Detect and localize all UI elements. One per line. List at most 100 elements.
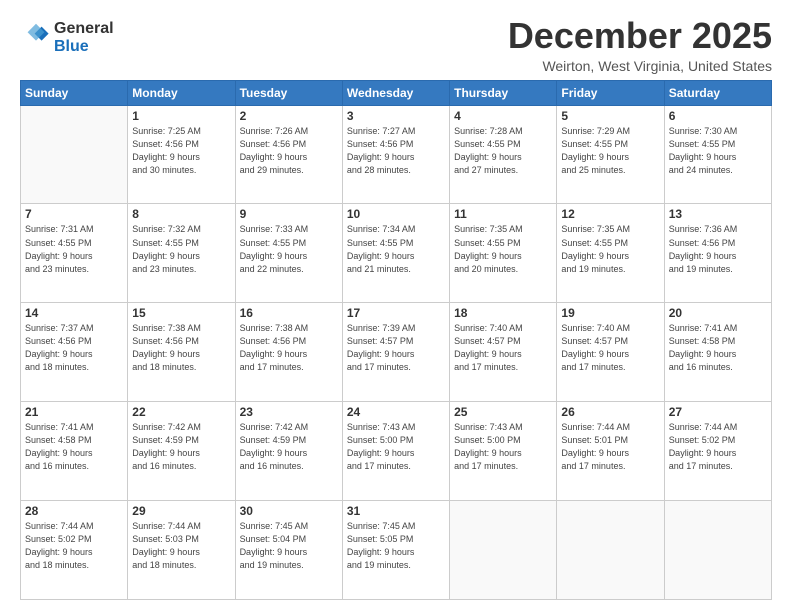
- week-row-4: 21Sunrise: 7:41 AMSunset: 4:58 PMDayligh…: [21, 402, 772, 501]
- day-number: 19: [561, 306, 659, 320]
- calendar-cell: 27 Sunrise: 7:44 AMSunset: 5:02 PMDayligh…: [664, 402, 771, 501]
- month-title: December 2025: [508, 16, 772, 56]
- calendar-cell: 29 Sunrise: 7:44 AMSunset: 5:03 PMDayligh…: [128, 501, 235, 600]
- calendar-cell: 2Sunrise: 7:26 AMSunset: 4:56 PMDaylight…: [235, 105, 342, 204]
- day-number: 23: [240, 405, 338, 419]
- calendar-cell: 22Sunrise: 7:42 AMSunset: 4:59 PMDayligh…: [128, 402, 235, 501]
- calendar-cell: [450, 501, 557, 600]
- day-info: Sunrise: 7:45 AMSunset: 5:05 PMDaylight:…: [347, 520, 445, 572]
- header-wednesday: Wednesday: [342, 80, 449, 105]
- day-info: Sunrise: 7:32 AMSunset: 4:55 PMDaylight:…: [132, 223, 230, 275]
- day-info: Sunrise: 7:40 AMSunset: 4:57 PMDaylight:…: [454, 322, 552, 374]
- day-number: 10: [347, 207, 445, 221]
- day-number: 12: [561, 207, 659, 221]
- day-number: 7: [25, 207, 123, 221]
- calendar-cell: 7 Sunrise: 7:31 AMSunset: 4:55 PMDaylight…: [21, 204, 128, 303]
- weekday-header-row: Sunday Monday Tuesday Wednesday Thursday…: [21, 80, 772, 105]
- calendar-cell: 13Sunrise: 7:36 AMSunset: 4:56 PMDayligh…: [664, 204, 771, 303]
- week-row-2: 7 Sunrise: 7:31 AMSunset: 4:55 PMDaylight…: [21, 204, 772, 303]
- day-info: Sunrise: 7:37 AMSunset: 4:56 PMDaylight:…: [25, 322, 123, 374]
- calendar-cell: 9 Sunrise: 7:33 AMSunset: 4:55 PMDaylight…: [235, 204, 342, 303]
- calendar-cell: 17Sunrise: 7:39 AMSunset: 4:57 PMDayligh…: [342, 303, 449, 402]
- calendar-cell: 24Sunrise: 7:43 AMSunset: 5:00 PMDayligh…: [342, 402, 449, 501]
- day-info: Sunrise: 7:31 AMSunset: 4:55 PMDaylight:…: [25, 223, 123, 275]
- day-number: 29: [132, 504, 230, 518]
- day-info: Sunrise: 7:33 AMSunset: 4:55 PMDaylight:…: [240, 223, 338, 275]
- week-row-3: 14 Sunrise: 7:37 AMSunset: 4:56 PMDayligh…: [21, 303, 772, 402]
- calendar-cell: 3 Sunrise: 7:27 AMSunset: 4:56 PMDaylight…: [342, 105, 449, 204]
- page: General Blue December 2025 Weirton, West…: [0, 0, 792, 612]
- day-number: 25: [454, 405, 552, 419]
- calendar-cell: 10Sunrise: 7:34 AMSunset: 4:55 PMDayligh…: [342, 204, 449, 303]
- calendar-cell: 23 Sunrise: 7:42 AMSunset: 4:59 PMDayligh…: [235, 402, 342, 501]
- day-number: 2: [240, 109, 338, 123]
- day-info: Sunrise: 7:44 AMSunset: 5:02 PMDaylight:…: [669, 421, 767, 473]
- calendar-cell: 14 Sunrise: 7:37 AMSunset: 4:56 PMDayligh…: [21, 303, 128, 402]
- location: Weirton, West Virginia, United States: [508, 58, 772, 74]
- calendar-cell: 21Sunrise: 7:41 AMSunset: 4:58 PMDayligh…: [21, 402, 128, 501]
- calendar-cell: 15 Sunrise: 7:38 AMSunset: 4:56 PMDayligh…: [128, 303, 235, 402]
- header-monday: Monday: [128, 80, 235, 105]
- day-number: 9: [240, 207, 338, 221]
- day-number: 27: [669, 405, 767, 419]
- day-info: Sunrise: 7:43 AMSunset: 5:00 PMDaylight:…: [454, 421, 552, 473]
- logo: General Blue: [20, 20, 114, 55]
- calendar-cell: 11 Sunrise: 7:35 AMSunset: 4:55 PMDayligh…: [450, 204, 557, 303]
- day-info: Sunrise: 7:29 AMSunset: 4:55 PMDaylight:…: [561, 125, 659, 177]
- calendar-cell: [664, 501, 771, 600]
- header-tuesday: Tuesday: [235, 80, 342, 105]
- day-number: 11: [454, 207, 552, 221]
- day-info: Sunrise: 7:28 AMSunset: 4:55 PMDaylight:…: [454, 125, 552, 177]
- calendar-cell: 1 Sunrise: 7:25 AMSunset: 4:56 PMDaylight…: [128, 105, 235, 204]
- day-number: 28: [25, 504, 123, 518]
- day-info: Sunrise: 7:44 AMSunset: 5:01 PMDaylight:…: [561, 421, 659, 473]
- logo-line2: Blue: [54, 38, 114, 56]
- day-info: Sunrise: 7:44 AMSunset: 5:03 PMDaylight:…: [132, 520, 230, 572]
- calendar-cell: 31 Sunrise: 7:45 AMSunset: 5:05 PMDayligh…: [342, 501, 449, 600]
- day-info: Sunrise: 7:45 AMSunset: 5:04 PMDaylight:…: [240, 520, 338, 572]
- day-number: 31: [347, 504, 445, 518]
- header-saturday: Saturday: [664, 80, 771, 105]
- calendar-cell: 18 Sunrise: 7:40 AMSunset: 4:57 PMDayligh…: [450, 303, 557, 402]
- day-number: 22: [132, 405, 230, 419]
- day-number: 17: [347, 306, 445, 320]
- calendar-cell: 25 Sunrise: 7:43 AMSunset: 5:00 PMDayligh…: [450, 402, 557, 501]
- calendar-cell: 30 Sunrise: 7:45 AMSunset: 5:04 PMDayligh…: [235, 501, 342, 600]
- calendar-cell: 19Sunrise: 7:40 AMSunset: 4:57 PMDayligh…: [557, 303, 664, 402]
- day-number: 4: [454, 109, 552, 123]
- header-sunday: Sunday: [21, 80, 128, 105]
- calendar-cell: [557, 501, 664, 600]
- calendar-cell: 28Sunrise: 7:44 AMSunset: 5:02 PMDayligh…: [21, 501, 128, 600]
- header: General Blue December 2025 Weirton, West…: [20, 16, 772, 74]
- header-friday: Friday: [557, 80, 664, 105]
- day-info: Sunrise: 7:38 AMSunset: 4:56 PMDaylight:…: [132, 322, 230, 374]
- day-number: 14: [25, 306, 123, 320]
- day-number: 1: [132, 109, 230, 123]
- day-info: Sunrise: 7:42 AMSunset: 4:59 PMDaylight:…: [240, 421, 338, 473]
- day-number: 20: [669, 306, 767, 320]
- day-info: Sunrise: 7:43 AMSunset: 5:00 PMDaylight:…: [347, 421, 445, 473]
- day-number: 5: [561, 109, 659, 123]
- calendar-cell: 16Sunrise: 7:38 AMSunset: 4:56 PMDayligh…: [235, 303, 342, 402]
- day-number: 21: [25, 405, 123, 419]
- day-info: Sunrise: 7:27 AMSunset: 4:56 PMDaylight:…: [347, 125, 445, 177]
- calendar-cell: 5 Sunrise: 7:29 AMSunset: 4:55 PMDaylight…: [557, 105, 664, 204]
- calendar-cell: [21, 105, 128, 204]
- calendar-cell: 6Sunrise: 7:30 AMSunset: 4:55 PMDaylight…: [664, 105, 771, 204]
- day-number: 30: [240, 504, 338, 518]
- day-number: 15: [132, 306, 230, 320]
- day-number: 13: [669, 207, 767, 221]
- logo-line1: General: [54, 20, 114, 38]
- day-info: Sunrise: 7:35 AMSunset: 4:55 PMDaylight:…: [454, 223, 552, 275]
- header-thursday: Thursday: [450, 80, 557, 105]
- day-number: 3: [347, 109, 445, 123]
- day-info: Sunrise: 7:38 AMSunset: 4:56 PMDaylight:…: [240, 322, 338, 374]
- day-number: 18: [454, 306, 552, 320]
- calendar-cell: 20 Sunrise: 7:41 AMSunset: 4:58 PMDayligh…: [664, 303, 771, 402]
- day-info: Sunrise: 7:41 AMSunset: 4:58 PMDaylight:…: [669, 322, 767, 374]
- day-info: Sunrise: 7:25 AMSunset: 4:56 PMDaylight:…: [132, 125, 230, 177]
- title-area: December 2025 Weirton, West Virginia, Un…: [508, 16, 772, 74]
- calendar-cell: 4 Sunrise: 7:28 AMSunset: 4:55 PMDaylight…: [450, 105, 557, 204]
- calendar-cell: 12Sunrise: 7:35 AMSunset: 4:55 PMDayligh…: [557, 204, 664, 303]
- calendar-cell: 8Sunrise: 7:32 AMSunset: 4:55 PMDaylight…: [128, 204, 235, 303]
